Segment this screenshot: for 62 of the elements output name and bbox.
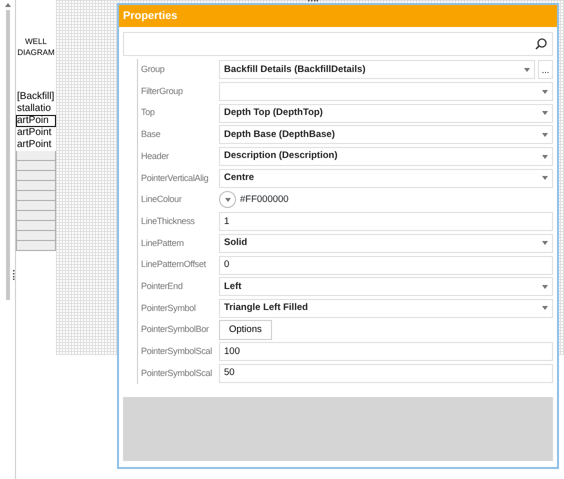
property-label: FilterGroup [141,84,184,98]
input-field[interactable]: 50 [219,364,553,383]
property-label: PointerVerticalAlig [141,172,210,185]
caret-icon[interactable] [542,111,548,116]
diagram-item[interactable]: stallatio [16,103,56,115]
input-field[interactable]: 100 [219,342,553,362]
property-label: PointerSymbolScal [141,345,213,358]
caret-icon[interactable] [524,68,530,72]
property-label: PointerEnd [141,280,184,293]
dropdown[interactable]: Depth Base (DepthBase) [219,125,553,144]
input-field[interactable]: 0 [219,256,553,275]
property-label: LineColour [141,193,183,206]
property-label: LinePatternOffset [141,258,207,272]
window-title: Properties [119,5,557,27]
caret-icon[interactable] [224,198,230,202]
diagram-item[interactable]: artPoint [16,127,56,139]
table-row [16,151,56,161]
scrollbar-thumb[interactable] [6,10,10,300]
caret-icon[interactable] [542,306,548,310]
dropdown[interactable]: Depth Top (DepthTop) [219,104,553,123]
property-label: PointerSymbolScal [141,366,213,380]
table-row [16,221,56,231]
diagram-title: WELL DIAGRAM [16,36,56,59]
caret-icon[interactable] [542,154,548,159]
property-label: Header [141,150,170,163]
diagram-item[interactable]: [Backfill] [16,91,56,103]
table-row [16,181,56,191]
caret-icon[interactable] [542,90,548,94]
table-row [16,241,56,251]
caret-icon[interactable] [542,176,548,180]
dropdown[interactable]: Solid [219,234,553,253]
table-row [16,211,56,221]
search-icon[interactable] [535,38,547,50]
property-label: LinePattern [141,236,185,250]
table-row [16,231,56,241]
property-label: PointerSymbol [141,302,197,315]
property-label: Base [141,128,162,142]
color-value: #FF000000 [240,192,289,207]
options-button[interactable]: Options [219,320,272,340]
dropdown[interactable]: Backfill Details (BackfillDetails) [219,60,535,80]
table-row [16,161,56,171]
search-field[interactable] [123,32,553,56]
table-row [16,171,56,181]
dropdown[interactable]: Description (Description) [219,147,553,166]
diagram-item[interactable]: artPoint [16,139,56,151]
color-picker-button[interactable] [219,191,236,208]
input-field[interactable]: 1 [219,212,553,232]
property-label: Group [141,63,166,76]
property-label: Top [141,106,156,120]
caret-icon[interactable] [542,241,548,246]
dropdown[interactable]: Centre [219,168,553,188]
caret-icon[interactable] [542,284,548,289]
ellipsis-button[interactable]: ... [538,60,553,80]
table-row [16,191,56,201]
diagram-item[interactable]: artPoin [16,115,56,127]
property-label: PointerSymbolBor [141,323,210,336]
caret-icon[interactable] [542,132,548,137]
dropdown[interactable]: Left [219,277,553,296]
table-row [16,201,56,211]
scroll-up-icon[interactable] [4,3,10,7]
dropdown[interactable]: Triangle Left Filled [219,298,553,318]
property-label: LineThickness [141,214,196,228]
